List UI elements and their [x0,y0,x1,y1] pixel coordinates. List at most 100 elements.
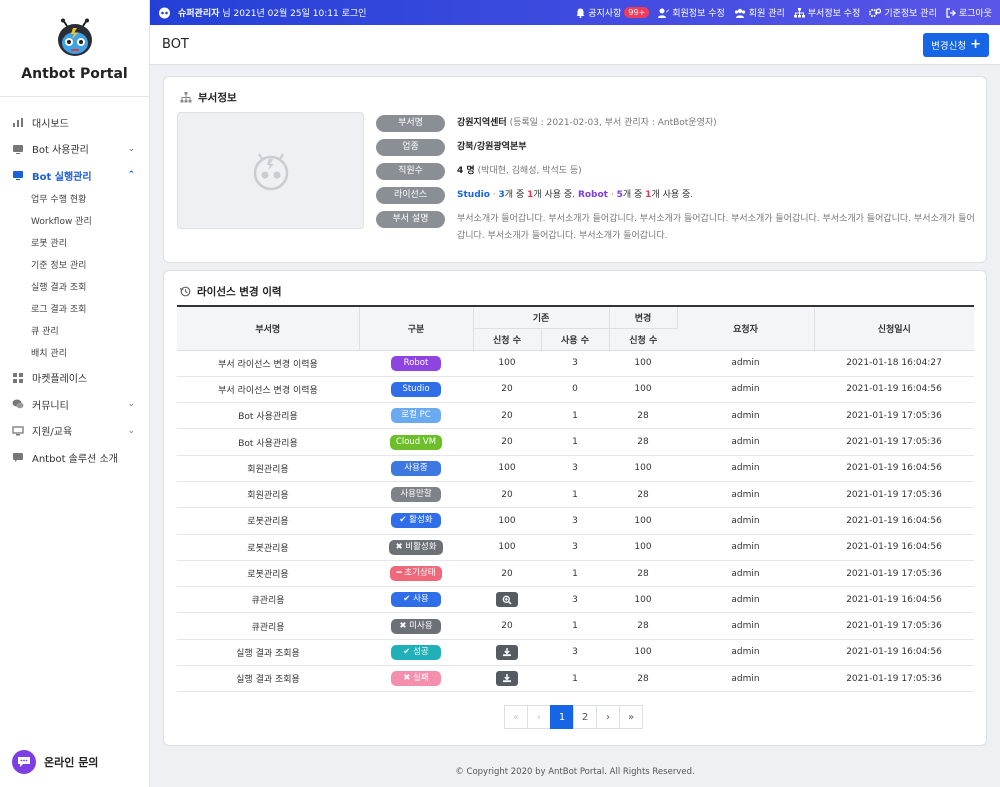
page-1-button[interactable]: 1 [550,705,574,729]
info-label: 부서 설명 [376,211,445,228]
grid-icon [13,372,23,383]
monitor-icon [13,171,23,181]
type-badge: ✔ 활성화 [391,513,441,529]
online-inquiry-label: 온라인 문의 [44,756,99,769]
member-edit-link[interactable]: 회원정보 수정 [658,6,725,19]
member-manage-link[interactable]: 회원 관리 [734,6,785,19]
cell-requester: admin [677,455,814,482]
page-last-button[interactable]: » [619,705,643,729]
submenu-item[interactable]: 기준 정보 관리 [0,255,149,277]
chat-bubble-icon [12,750,36,774]
cell-change-count: 100 [609,350,677,377]
sidebar-item-label: 대시보드 [32,118,69,130]
table-row: 회원관리용 사용중 100 3 100 admin 2021-01-19 16:04:56 [177,455,974,482]
cell-date: 2021-01-19 16:04:56 [814,639,974,667]
notice-link[interactable]: 공지사항 99+ [576,6,650,19]
table-row: 회원관리용 사용만할 20 1 28 admin 2021-01-19 17:05:36 [177,481,974,509]
chip-prefix-icon: ✖ [395,541,403,552]
page-first-button[interactable]: « [504,705,528,729]
cell-change-count: 100 [609,376,677,404]
dept-staff-row: 직원수 4 명 (박대현, 김해성, 박석도 등) [376,163,976,180]
cell-req-count: 100 [498,463,516,474]
cell-req-count: 100 [498,515,516,526]
cell-req-count: 100 [498,542,516,553]
dept-edit-link[interactable]: 부서정보 수정 [793,6,860,19]
cell-use-count: 1 [541,665,609,693]
cell-use-count: 3 [541,534,609,561]
search-plus-icon[interactable] [496,592,518,608]
table-row: 실행 결과 조회용 ✖ 실패 1 28 admin 2021-01-19 17:05:36 [177,665,974,693]
login-time: 님 2021년 02월 25일 10:11 로그인 [222,9,367,19]
cell-use-count: 1 [541,402,609,430]
cell-use-count: 3 [541,639,609,667]
user-edit-icon [658,8,670,18]
sidebar-item-label: Bot 실행관리 [32,171,92,183]
sidebar-item-label: 지원/교육 [32,427,73,439]
type-badge-label: 비활성화 [405,541,437,552]
table-row: 로봇관리용 ━ 초기상태 20 1 28 admin 2021-01-19 17:05:36 [177,560,974,588]
cell-dept: 실행 결과 조회용 [177,639,359,667]
base-info-label: 기준정보 관리 [884,9,937,19]
info-label: 직원수 [376,163,445,180]
dept-info-title-text: 부서정보 [198,92,237,104]
cell-change-count: 100 [609,639,677,667]
cell-date: 2021-01-19 17:05:36 [814,665,974,693]
cell-dept: Bot 사용관리용 [177,402,359,430]
submenu-item[interactable]: 실행 결과 조회 [0,277,149,299]
cell-requester: admin [677,350,814,377]
sidebar-item-bot-run[interactable]: Bot 실행관리 ⌃ [0,162,149,189]
login-info: 슈퍼관리자 님 2021년 02월 25일 10:11 로그인 [158,6,567,19]
notice-count-badge: 99+ [624,7,650,18]
submenu-item[interactable]: 배치 관리 [0,343,149,365]
table-row: 로봇관리용 ✖ 비활성화 100 3 100 admin 2021-01-19 16:04:… [177,534,974,561]
sidebar-item-community[interactable]: 커뮤니티 ⌄ [0,391,149,418]
logout-label: 로그아웃 [958,9,992,19]
info-label: 부서명 [376,115,445,132]
page-prev-button[interactable]: ‹ [527,705,551,729]
cell-use-count: 3 [541,586,609,614]
table-row: 큐관리용 ✖ 미사용 20 1 28 admin 2021-01-19 17:05:36 [177,612,974,640]
sidebar-item-bot-usage[interactable]: Bot 사용관리 ⌄ [0,136,149,163]
submenu-item[interactable]: Workflow 관리 [0,211,149,233]
change-request-label: 변경신청 [931,40,967,52]
license-unit-total: 개 중 [622,190,643,200]
sidebar-item-marketplace[interactable]: 마켓플레이스 [0,365,149,392]
sidebar-item-solution[interactable]: Antbot 솔루션 소개 [0,444,149,471]
antbot-logo-icon[interactable] [55,18,95,58]
submenu-item[interactable]: 업무 수행 현황 [0,189,149,211]
cell-requester: admin [677,507,814,535]
cell-requester: admin [677,612,814,640]
type-badge: ✖ 미사용 [391,618,441,634]
submenu-item[interactable]: 큐 관리 [0,321,149,343]
cell-dept: 부서 라이선스 변경 이력용 [177,350,359,377]
download-icon[interactable] [496,644,518,660]
license-history-title: 라이선스 변경 이력 [180,284,282,299]
type-badge-label: 실패 [413,673,429,684]
cell-dept: 큐관리용 [177,612,359,640]
page-2-button[interactable]: 2 [573,705,597,729]
gears-icon [869,7,882,17]
sidebar-item-dashboard[interactable]: 대시보드 [0,109,149,136]
type-badge: ━ 초기상태 [390,566,442,582]
download-icon[interactable] [496,670,518,686]
cell-date: 2021-01-19 17:05:36 [814,481,974,509]
type-badge-label: 초기상태 [404,568,436,579]
cell-date: 2021-01-19 16:04:56 [814,455,974,482]
type-badge-label: 사용중 [404,462,428,473]
cell-date: 2021-01-19 17:05:36 [814,560,974,588]
logout-link[interactable]: 로그아웃 [946,6,992,19]
change-request-button[interactable]: 변경신청 + [923,32,989,57]
submenu-item[interactable]: 로그 결과 조회 [0,299,149,321]
cell-change-count: 100 [609,507,677,535]
member-manage-label: 회원 관리 [748,9,785,19]
online-inquiry-button[interactable]: 온라인 문의 [12,750,98,774]
license-unit-used: 개 사용 중. [651,190,694,200]
page-next-button[interactable]: › [596,705,620,729]
base-info-link[interactable]: 기준정보 관리 [869,6,937,19]
submenu-item[interactable]: 로봇 관리 [0,233,149,255]
sidebar-item-support[interactable]: 지원/교육 ⌄ [0,418,149,445]
desktop-icon [12,426,24,436]
cell-requester: admin [677,665,814,693]
cell-dept: 실행 결과 조회용 [177,665,359,693]
dept-industry: 강북/강원광역본부 [457,142,527,152]
